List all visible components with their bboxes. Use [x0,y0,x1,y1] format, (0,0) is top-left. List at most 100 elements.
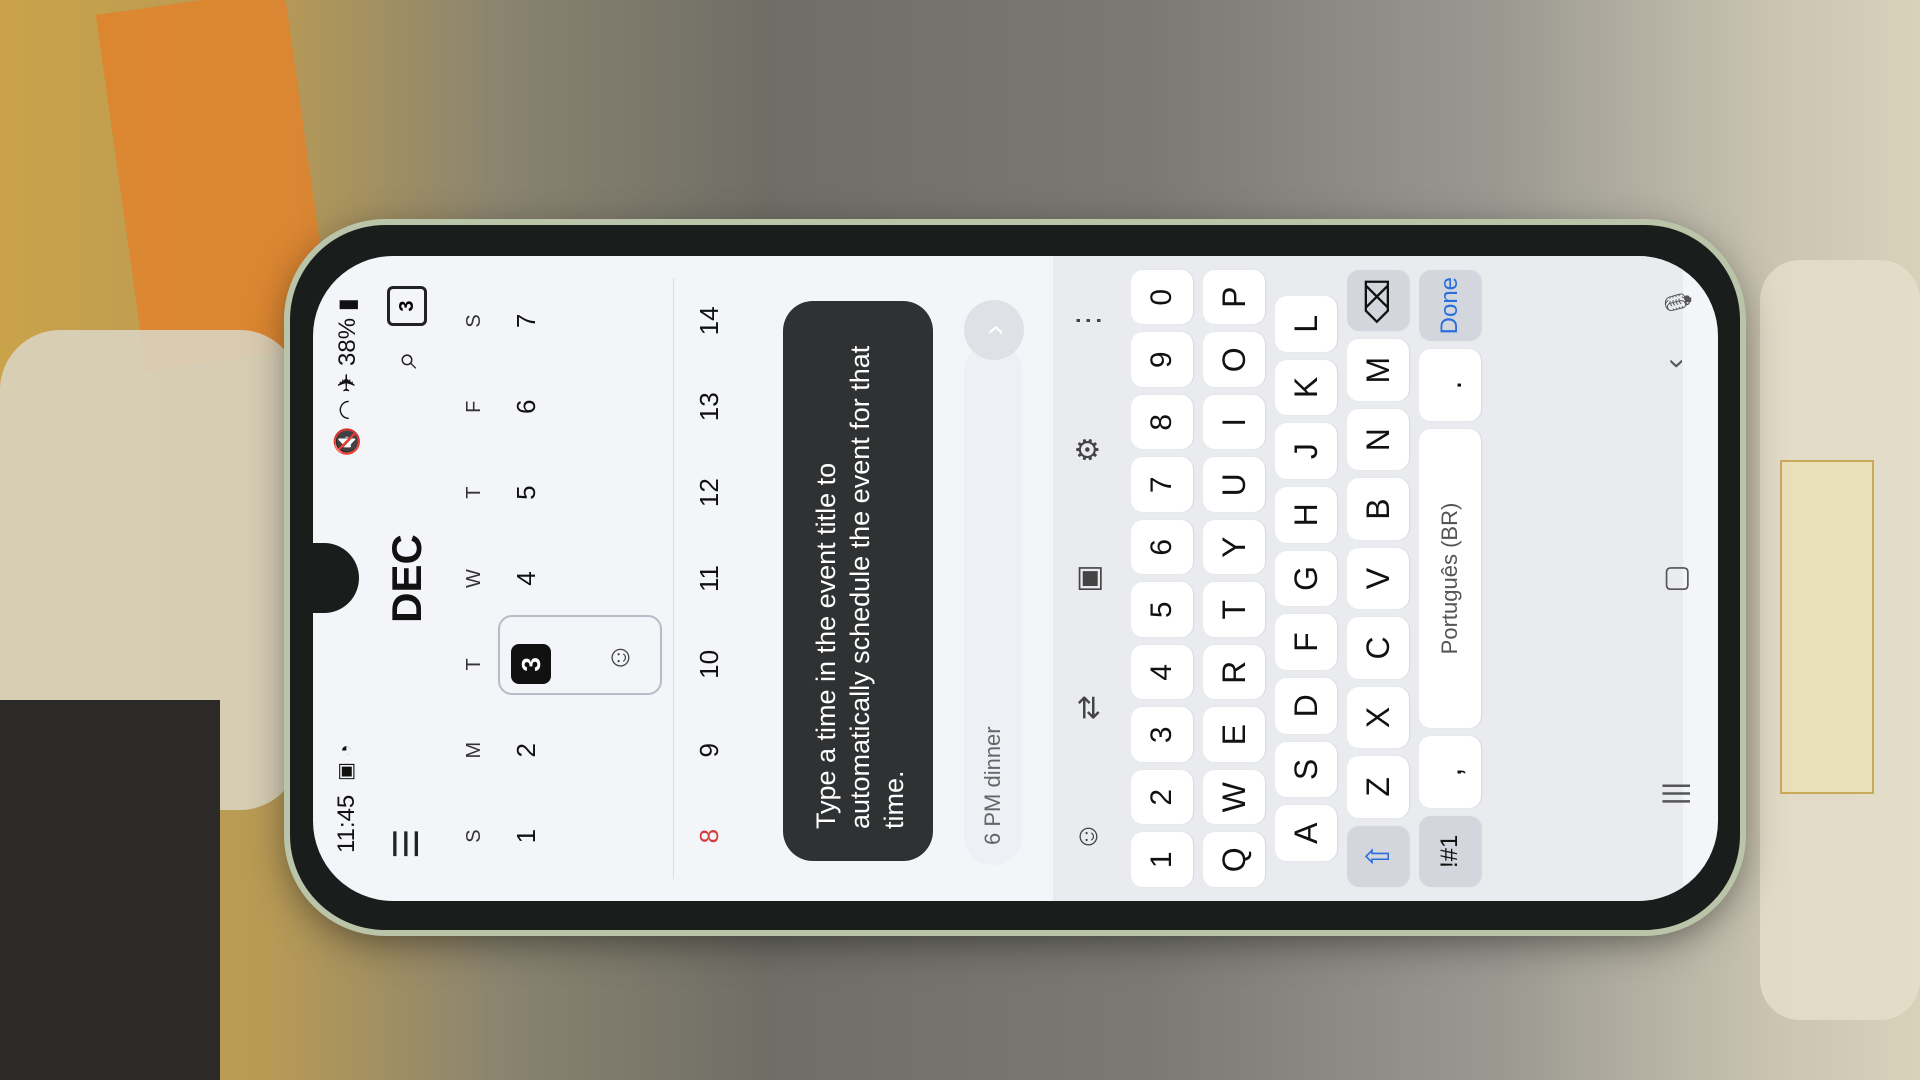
day-cell[interactable]: 7 [511,277,571,363]
notification-icons: ▣ ◔ [335,743,357,781]
home-icon[interactable]: ▢ [1658,471,1693,686]
key[interactable]: W [1203,769,1265,824]
key[interactable]: V [1347,547,1409,609]
key[interactable]: 3 [1131,707,1193,762]
key[interactable]: R [1203,644,1265,699]
key[interactable]: U [1203,457,1265,512]
key[interactable]: Q [1203,832,1265,887]
week-row: 8 9 10 11 12 13 14 [673,277,754,879]
key[interactable]: 0 [1131,269,1193,324]
keyboard-row-z: ⇧ Z X C V B N M ⌫ [1347,269,1409,887]
phone-screen-rotor: 11:45 ▣ ◔ 🔇 ◠ ✈ 38% ▮ ☰ DEC ⌕ 3 S M T W … [313,255,1718,901]
status-time: 11:45 [333,794,360,853]
status-right: 🔇 ◠ ✈ 38% ▮ [333,298,362,457]
backspace-key[interactable]: ⌫ [1347,269,1409,331]
key[interactable]: A [1275,804,1337,861]
weekday-label: S [463,828,485,843]
key[interactable]: B [1347,477,1409,540]
key[interactable]: E [1203,707,1265,762]
recent-apps-icon[interactable]: ||| [1658,686,1692,901]
day-cell[interactable]: 12 [694,449,754,535]
day-cell[interactable]: 10 [694,621,754,707]
weekday-header: S M T W T F S [463,278,486,879]
key[interactable]: M [1347,339,1409,401]
comma-key[interactable]: , [1419,735,1481,808]
settings-icon[interactable]: ⚙ [1071,385,1106,514]
key[interactable]: 6 [1131,519,1193,574]
weekday-label: F [463,400,485,413]
key[interactable]: 2 [1131,769,1193,824]
key[interactable]: Z [1347,755,1409,818]
weekday-label: S [463,313,485,328]
battery-level: 38% [334,317,361,366]
key[interactable]: I [1203,394,1265,449]
key[interactable]: T [1203,582,1265,637]
send-button[interactable]: › [964,299,1024,360]
airplane-icon: ✈ [334,372,361,393]
day-cell[interactable]: 6 [511,363,571,449]
key[interactable]: 5 [1131,582,1193,637]
key[interactable]: 8 [1131,394,1193,449]
day-cell[interactable]: 14 [694,277,754,363]
week-row: 1 2 3 4 5 6 7 [511,278,571,879]
key[interactable]: K [1275,359,1337,415]
done-key[interactable]: Done [1419,269,1481,341]
day-cell[interactable]: 2 [511,707,571,793]
key[interactable]: N [1347,408,1409,470]
weekday-label: T [463,657,485,670]
menu-icon[interactable]: ☰ [387,819,427,858]
day-cell[interactable]: 5 [511,449,571,535]
symbols-key[interactable]: !#1 [1419,815,1481,887]
search-icon[interactable]: ⌕ [387,351,425,369]
calendar-header: ☰ DEC ⌕ 3 [373,256,463,901]
weekday-label: W [463,568,485,588]
event-title-input[interactable] [964,342,1022,865]
key[interactable]: O [1203,332,1265,387]
more-options-icon[interactable]: ⋮ [1071,256,1106,385]
day-cell[interactable]: 9 [694,707,754,793]
key[interactable]: 4 [1131,644,1193,699]
phone-device: 11:45 ▣ ◔ 🔇 ◠ ✈ 38% ▮ ☰ DEC ⌕ 3 S M T W … [290,225,1740,930]
key[interactable]: D [1275,677,1337,734]
keyboard-toolbar: ☺ ⇄ ▣ ⚙ ⋮ [1053,255,1123,901]
key[interactable]: 9 [1131,332,1193,387]
key[interactable]: C [1347,616,1409,679]
day-cell[interactable]: 13 [694,363,754,449]
wifi-icon: ◠ [334,398,361,420]
key[interactable]: 1 [1131,832,1193,887]
today-button[interactable]: 3 [387,285,427,326]
quick-add-bar: › [958,256,1038,901]
mute-icon: 🔇 [334,426,361,457]
key[interactable]: F [1275,613,1337,670]
key[interactable]: H [1275,486,1337,543]
key[interactable]: 7 [1131,457,1193,512]
battery-icon: ▮ [334,297,361,311]
period-key[interactable]: . [1419,348,1481,421]
day-cell-today[interactable]: 3 [511,621,571,707]
clipboard-icon[interactable]: ▣ [1071,514,1106,643]
tooltip-text: Type a time in the event title to automa… [811,345,909,829]
key[interactable]: L [1275,295,1337,352]
key[interactable]: S [1275,741,1337,797]
emoji-icon[interactable]: ☺ [1071,772,1105,901]
day-cell[interactable]: 8 [694,793,754,879]
keyboard-bottom-row: !#1 , Português (BR) . Done [1419,269,1481,887]
keyboard-row-a: A S D F G H J K L [1275,270,1337,887]
key[interactable]: J [1275,422,1337,479]
key[interactable]: Y [1203,519,1265,574]
day-cell[interactable]: 11 [694,535,754,621]
navigation-bar: ||| ▢ ‹ [1650,256,1700,901]
key[interactable]: X [1347,686,1409,748]
key[interactable]: G [1275,550,1337,606]
tip-tooltip: Type a time in the event title to automa… [783,300,933,861]
microphone-icon[interactable]: 🎙 [1663,286,1694,319]
smiley-icon: ☺ [603,641,636,673]
translate-icon[interactable]: ⇄ [1071,643,1106,772]
month-title[interactable]: DEC [383,534,431,623]
day-cell[interactable]: 1 [511,793,571,879]
key[interactable]: P [1203,269,1265,324]
weekday-label: M [463,741,485,759]
shift-key[interactable]: ⇧ [1347,825,1409,887]
space-key[interactable]: Português (BR) [1419,428,1481,728]
day-cell[interactable]: 4 [511,535,571,621]
